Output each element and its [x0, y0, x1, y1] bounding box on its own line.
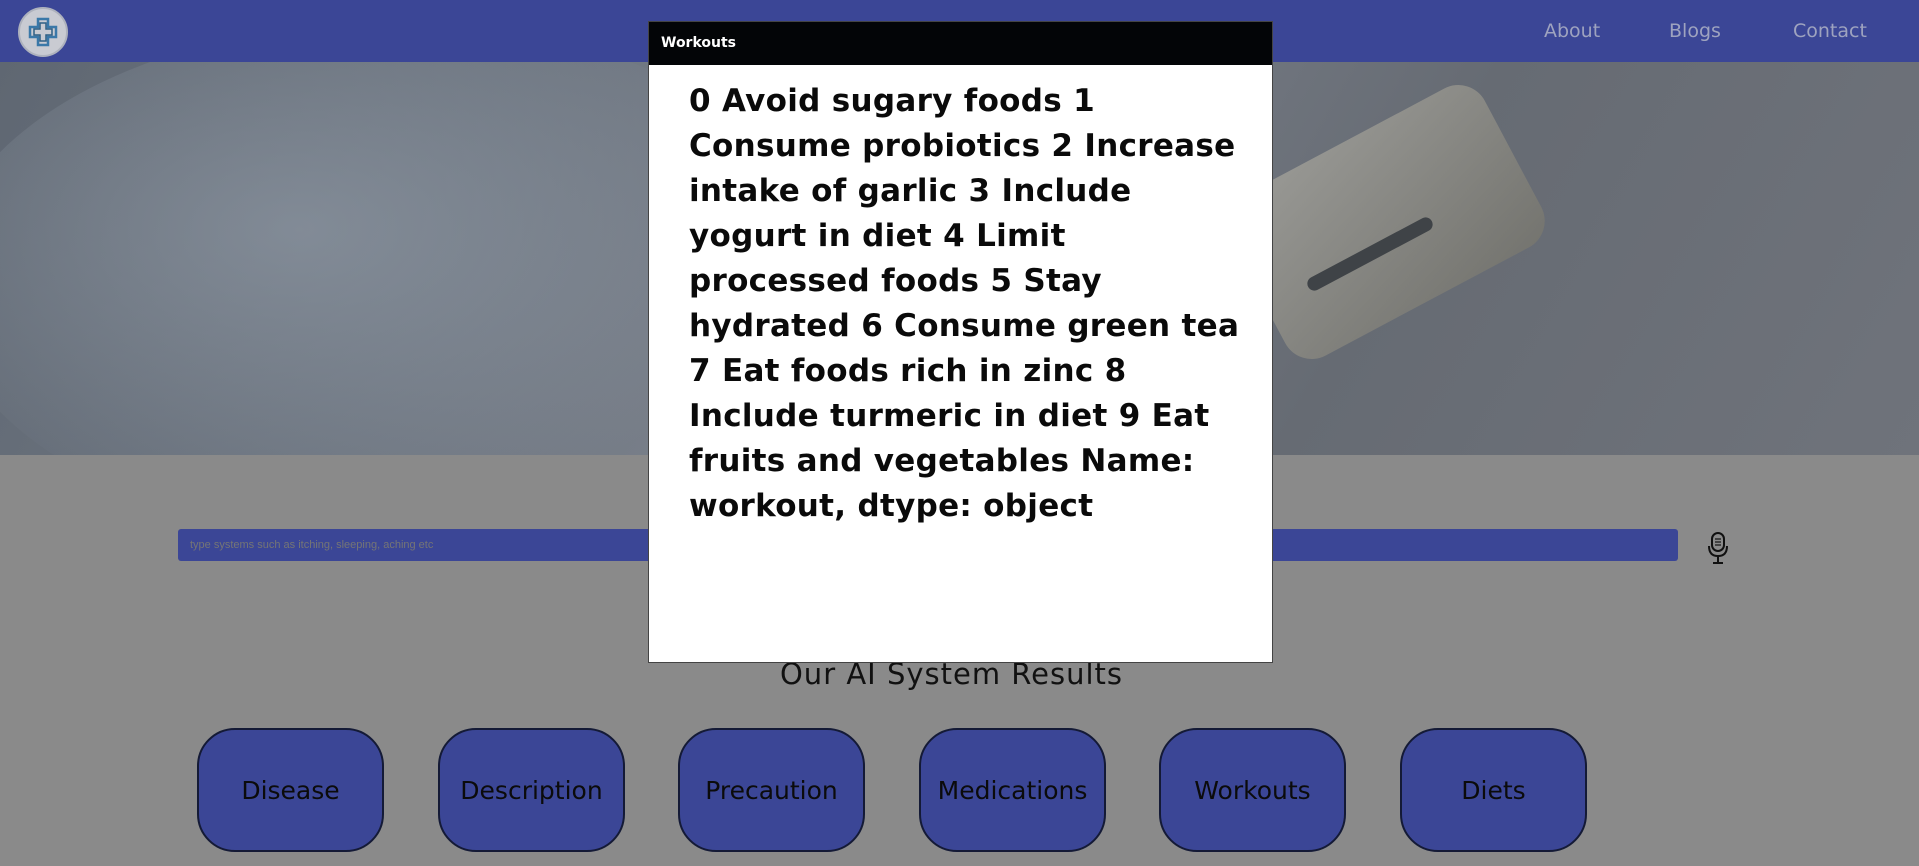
modal-title: Workouts	[649, 22, 1272, 65]
modal-body-text: 0 Avoid sugary foods 1 Consume probiotic…	[689, 83, 1240, 524]
workouts-modal: Workouts 0 Avoid sugary foods 1 Consume …	[648, 21, 1273, 663]
